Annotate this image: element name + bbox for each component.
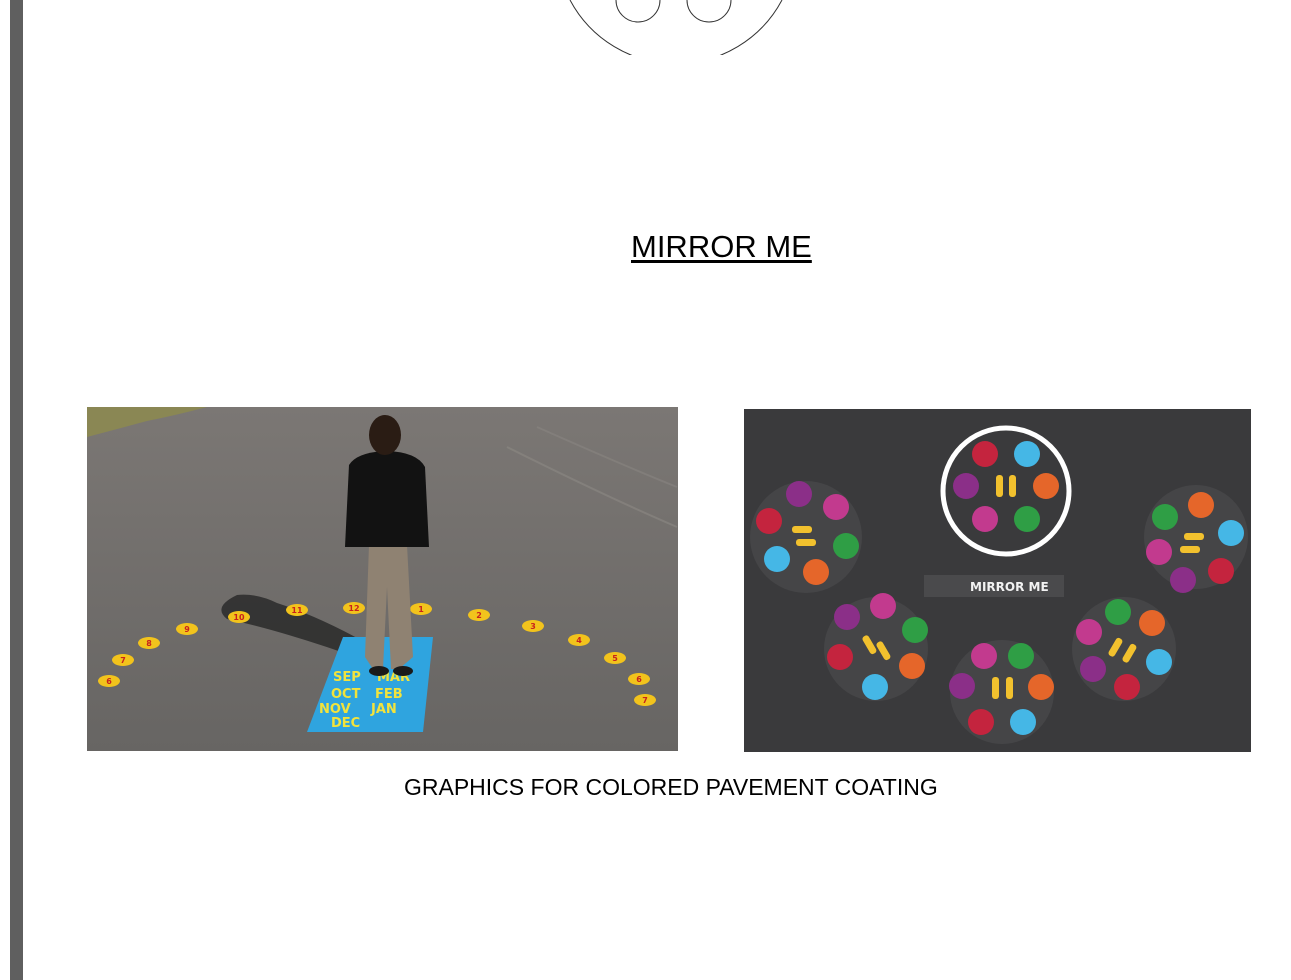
svg-text:4: 4 xyxy=(576,636,582,645)
svg-text:8: 8 xyxy=(146,639,152,648)
svg-text:3: 3 xyxy=(530,622,536,631)
month-label: SEP xyxy=(333,670,361,685)
month-label: NOV xyxy=(319,702,351,717)
color-cluster-left xyxy=(750,481,862,593)
month-label: FEB xyxy=(375,687,403,702)
color-cluster-bottom-right xyxy=(1072,597,1176,701)
svg-text:5: 5 xyxy=(612,654,618,663)
graphic-label: MIRROR ME xyxy=(970,580,1049,594)
sundial-photo: SEP MAR OCT FEB NOV JAN DEC 6 7 8 9 10 1… xyxy=(87,407,678,751)
page-title: MIRROR ME xyxy=(631,229,812,264)
page-margin-bar xyxy=(10,0,23,980)
svg-text:7: 7 xyxy=(642,696,648,705)
svg-text:6: 6 xyxy=(636,675,642,684)
svg-text:2: 2 xyxy=(476,611,482,620)
month-label: JAN xyxy=(370,702,397,717)
svg-text:10: 10 xyxy=(233,613,245,622)
svg-text:9: 9 xyxy=(184,625,190,634)
svg-text:1: 1 xyxy=(418,605,424,614)
mirror-me-photo: MIRROR ME xyxy=(744,409,1251,752)
svg-text:12: 12 xyxy=(348,604,359,613)
svg-text:6: 6 xyxy=(106,677,112,686)
top-diagram-fragment xyxy=(569,0,783,55)
month-label: DEC xyxy=(331,716,360,731)
svg-text:7: 7 xyxy=(120,656,126,665)
figure-caption: GRAPHICS FOR COLORED PAVEMENT COATING xyxy=(404,774,938,800)
svg-text:11: 11 xyxy=(291,606,303,615)
month-label: OCT xyxy=(331,687,361,702)
